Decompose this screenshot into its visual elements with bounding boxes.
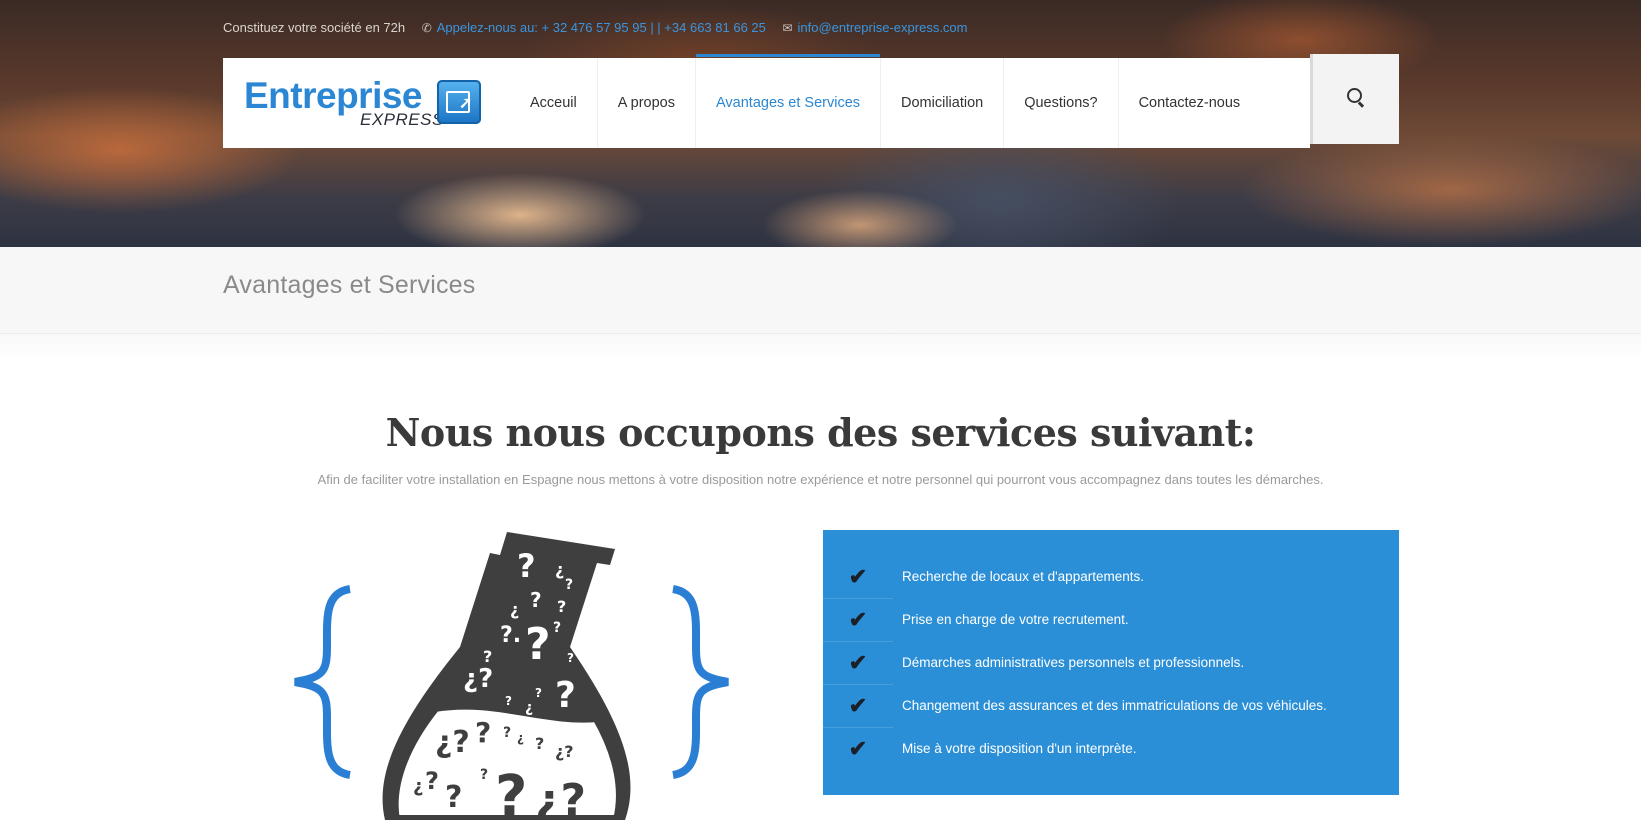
svg-text:¿: ¿: [555, 560, 564, 579]
search-icon: [1347, 88, 1362, 103]
flask-illustration: ? ¿ ? ? ¿ ? ? ?. ? ? ¿? ? ? ? ? ¿ ¿? ? ?…: [294, 532, 729, 820]
svg-text:?: ?: [567, 651, 574, 665]
section-subtitle: Afin de faciliter votre installation en …: [317, 472, 1324, 487]
check-icon: ✔: [823, 684, 893, 728]
list-item: ✔ Démarches administratives personnels e…: [823, 641, 1399, 685]
svg-text:?: ?: [425, 767, 439, 795]
svg-text:¿: ¿: [517, 731, 524, 745]
list-item: ✔ Changement des assurances et des immat…: [823, 684, 1399, 728]
phone-icon: ✆: [421, 20, 432, 35]
service-label: Mise à votre disposition d'un interprète…: [902, 741, 1137, 756]
svg-text:¿: ¿: [510, 600, 519, 619]
svg-text:?: ?: [553, 620, 561, 636]
hero-banner: Constituez votre société en 72h ✆ Appelez…: [0, 0, 1641, 247]
svg-text:?: ?: [495, 764, 527, 820]
nav-item-a-propos[interactable]: A propos: [598, 58, 696, 148]
svg-text:¿: ¿: [413, 776, 423, 797]
svg-text:?: ?: [557, 597, 566, 616]
email-link[interactable]: info@entreprise-express.com: [798, 20, 968, 35]
check-icon: ✔: [823, 555, 893, 599]
left-brace-icon: [294, 585, 352, 779]
main-navbar: Entreprise EXPRESS ➚ Acceuil A propos Av…: [223, 54, 1310, 148]
svg-text:?: ?: [525, 619, 551, 670]
nav-item-acceuil[interactable]: Acceuil: [510, 58, 598, 148]
svg-text:?.: ?.: [500, 623, 521, 648]
svg-text:¿?: ¿?: [555, 742, 574, 761]
svg-text:?: ?: [565, 577, 573, 593]
check-icon: ✔: [848, 736, 868, 761]
nav-item-questions[interactable]: Questions?: [1004, 58, 1119, 148]
nav-item-avantages[interactable]: Avantages et Services: [696, 54, 882, 148]
svg-text:?: ?: [505, 694, 512, 708]
service-label: Prise en charge de votre recrutement.: [902, 612, 1129, 627]
page-title: Avantages et Services: [223, 271, 476, 299]
service-label: Démarches administratives personnels et …: [902, 655, 1245, 670]
service-label: Changement des assurances et des immatri…: [902, 698, 1327, 713]
svg-text:?: ?: [517, 547, 536, 585]
nav-item-domiciliation[interactable]: Domiciliation: [881, 58, 1005, 148]
list-item: ✔ Mise à votre disposition d'un interprè…: [823, 727, 1399, 770]
envelope-icon: ✉: [782, 20, 793, 35]
svg-text:¿?: ¿?: [463, 664, 493, 694]
page-title-bar: Avantages et Services: [0, 247, 1641, 334]
tagline: Constituez votre société en 72h: [223, 20, 406, 36]
services-list: ✔ Recherche de locaux et d'appartements.…: [823, 530, 1399, 795]
phone-link[interactable]: Appelez-nous au: + 32 476 57 95 95 | | +…: [437, 20, 766, 35]
svg-text:?: ?: [475, 716, 491, 749]
svg-text:?: ?: [535, 686, 542, 700]
svg-text:?: ?: [480, 767, 488, 783]
svg-text:?: ?: [530, 588, 542, 612]
nav-menu: Acceuil A propos Avantages et Services D…: [510, 54, 1261, 148]
logo-icon: ➚: [437, 80, 481, 124]
svg-text:?: ?: [555, 675, 576, 716]
svg-text:¿?: ¿?: [435, 725, 470, 760]
nav-item-contact[interactable]: Contactez-nous: [1119, 58, 1261, 148]
divider-band: [0, 334, 1641, 364]
site-logo[interactable]: Entreprise EXPRESS ➚: [244, 76, 484, 130]
check-icon: ✔: [823, 641, 893, 685]
section-heading: Nous nous occupons des services suivant:: [385, 410, 1256, 455]
logo-sub: EXPRESS: [360, 110, 444, 129]
service-label: Recherche de locaux et d'appartements.: [902, 569, 1144, 584]
top-contact-bar: Constituez votre société en 72h ✆ Appelez…: [223, 19, 967, 35]
svg-text:?: ?: [535, 734, 544, 753]
list-item: ✔ Recherche de locaux et d'appartements.: [823, 555, 1399, 599]
check-icon: ✔: [823, 598, 893, 642]
list-item: ✔ Prise en charge de votre recrutement.: [823, 598, 1399, 642]
svg-text:¿: ¿: [525, 700, 533, 716]
right-brace-icon: [671, 585, 729, 779]
svg-text:¿?: ¿?: [535, 775, 586, 820]
svg-text:?: ?: [445, 780, 462, 815]
svg-text:?: ?: [503, 725, 511, 741]
search-button[interactable]: [1313, 54, 1399, 144]
